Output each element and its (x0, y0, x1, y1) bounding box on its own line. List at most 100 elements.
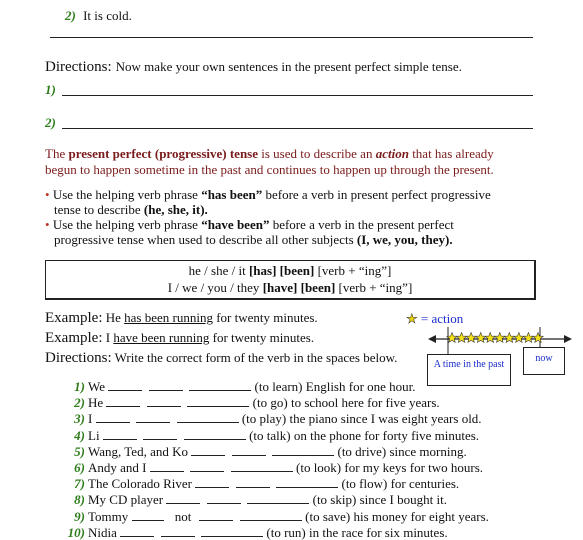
action-stars (446, 331, 544, 344)
exercise-row: 1) We (to learn) English for one hour. (65, 379, 416, 394)
exercise-row: 5) Wang, Ted, and Ko (to drive) since mor… (65, 444, 467, 459)
sentence-2: 2) (45, 115, 56, 131)
bullet-bold: “has been” (201, 187, 263, 202)
exercise-rest: on the phone for forty five minutes. (293, 427, 480, 443)
exercise-verb: (to save) (305, 508, 351, 524)
star-icon (484, 331, 497, 344)
exercise-verb: (to drive) (337, 443, 387, 459)
definition-text: The (45, 146, 69, 161)
bullet-bold: “have been” (201, 217, 270, 232)
exercise-verb: (to play) (241, 411, 287, 427)
star-icon (512, 331, 525, 344)
exercise-subject: The Colorado River (88, 476, 192, 492)
example-text: He (105, 310, 125, 325)
exercise-rest: for centuries. (390, 476, 460, 492)
exercise-row: 8) My CD player (to skip) since I bought … (65, 492, 447, 507)
exercise-rest: his money for eight years. (353, 508, 489, 524)
exercise-number: 5) (74, 443, 85, 459)
exercise-subject: Tommy (88, 508, 129, 524)
bullet-text: Use the helping verb phrase (52, 187, 202, 202)
answer-blank[interactable] (195, 476, 230, 489)
exercise-subject: Wang, Ted, and Ko (88, 443, 188, 459)
answer-line[interactable] (50, 37, 533, 38)
exercise-number: 1) (74, 379, 85, 394)
star-icon (532, 331, 544, 344)
answer-blank[interactable] (183, 428, 246, 440)
star-icon (474, 331, 487, 344)
bullet-list: • Use the helping verb phrase “has been”… (45, 187, 545, 247)
answer-blank[interactable] (189, 379, 252, 391)
star-icon (455, 331, 468, 344)
answer-blank[interactable] (199, 509, 234, 521)
answer-blank[interactable] (191, 444, 226, 456)
answer-blank[interactable] (146, 395, 181, 408)
answer-blank[interactable] (187, 395, 250, 408)
answer-blank[interactable] (160, 525, 195, 537)
bullet-icon: • (45, 217, 50, 232)
exercise-verb: (to run) (266, 524, 306, 540)
exercise-subject: Nidia (88, 524, 117, 540)
answer-blank[interactable] (272, 444, 335, 456)
example-verb: have been running (113, 330, 210, 345)
arrow-left-icon (428, 335, 436, 343)
exercise-subject: I (88, 411, 93, 427)
bullet-text: progressive tense when used to describe … (54, 232, 357, 247)
bullet-text: Use the helping verb phrase (52, 217, 202, 232)
bullet-item: • Use the helping verb phrase “have been… (45, 217, 545, 247)
answer-blank[interactable] (247, 492, 310, 505)
exercise-row: 7) The Colorado River (to flow) for centu… (65, 476, 459, 491)
exercise-number: 2) (74, 395, 85, 411)
formula-row: I / we / you / they [have] [been] [verb … (46, 279, 534, 296)
exercise-rest: for my keys for two hours. (344, 460, 484, 475)
exercise-rest: English for one hour. (305, 379, 416, 394)
exercise-verb: (to look) (296, 460, 342, 475)
past-label-box: A time in the past (427, 354, 511, 386)
answer-line[interactable] (62, 95, 533, 96)
answer-blank[interactable] (108, 379, 143, 391)
bullet-text: before a verb in present perfect progres… (262, 187, 491, 202)
definition-text: is used to describe an (258, 146, 376, 161)
exercise-row: 3) I (to play) the piano since I was eigh… (65, 411, 481, 427)
formula-row: he / she / it [has] [been] [verb + “ing”… (46, 262, 534, 279)
answer-blank[interactable] (148, 379, 183, 391)
definition-term: present perfect (progressive) tense (68, 146, 258, 161)
answer-blank[interactable] (149, 460, 184, 472)
answer-blank[interactable] (201, 525, 264, 537)
formula-verb: [verb + “ing”] (314, 263, 392, 278)
answer-blank[interactable] (131, 509, 164, 521)
formula-subject: I / we / you / they (167, 280, 263, 295)
sentence-number: 1) (45, 82, 56, 97)
exercise-verb: (to flow) (341, 476, 388, 492)
exercise-number: 4) (74, 427, 85, 443)
answer-blank[interactable] (239, 509, 302, 521)
exercise-row: 6) Andy and I (to look) for my keys for t… (65, 460, 483, 475)
exercise-verb: (to learn) (254, 379, 303, 394)
directions-text: Write the correct form of the verb in th… (114, 350, 398, 365)
answer-blank[interactable] (136, 411, 171, 424)
answer-blank[interactable] (166, 492, 201, 505)
past-label: A time in the past (433, 359, 505, 370)
directions-label: Directions: (45, 59, 112, 75)
directions-label: Directions: (45, 350, 112, 366)
bullet-text: before a verb in the present perfect (269, 217, 454, 232)
bullet-icon: • (45, 187, 50, 202)
answer-blank[interactable] (143, 428, 178, 440)
formula-aux: [has] (248, 263, 277, 278)
answer-blank[interactable] (120, 525, 155, 537)
answer-blank[interactable] (230, 460, 293, 472)
example-2: Example: I have been running for twenty … (45, 330, 314, 347)
answer-line[interactable] (62, 128, 533, 129)
answer-blank[interactable] (106, 395, 141, 408)
answer-blank[interactable] (102, 428, 137, 440)
answer-blank[interactable] (276, 476, 339, 489)
answer-blank[interactable] (206, 492, 241, 505)
star-icon (493, 331, 506, 344)
answer-blank[interactable] (235, 476, 270, 489)
answer-blank[interactable] (95, 411, 130, 424)
answer-blank[interactable] (231, 444, 266, 456)
answer-blank[interactable] (176, 411, 239, 424)
star-icon (465, 331, 478, 344)
formula-been: [been] (279, 263, 315, 278)
exercise-number: 3) (74, 411, 85, 427)
answer-blank[interactable] (190, 460, 225, 472)
